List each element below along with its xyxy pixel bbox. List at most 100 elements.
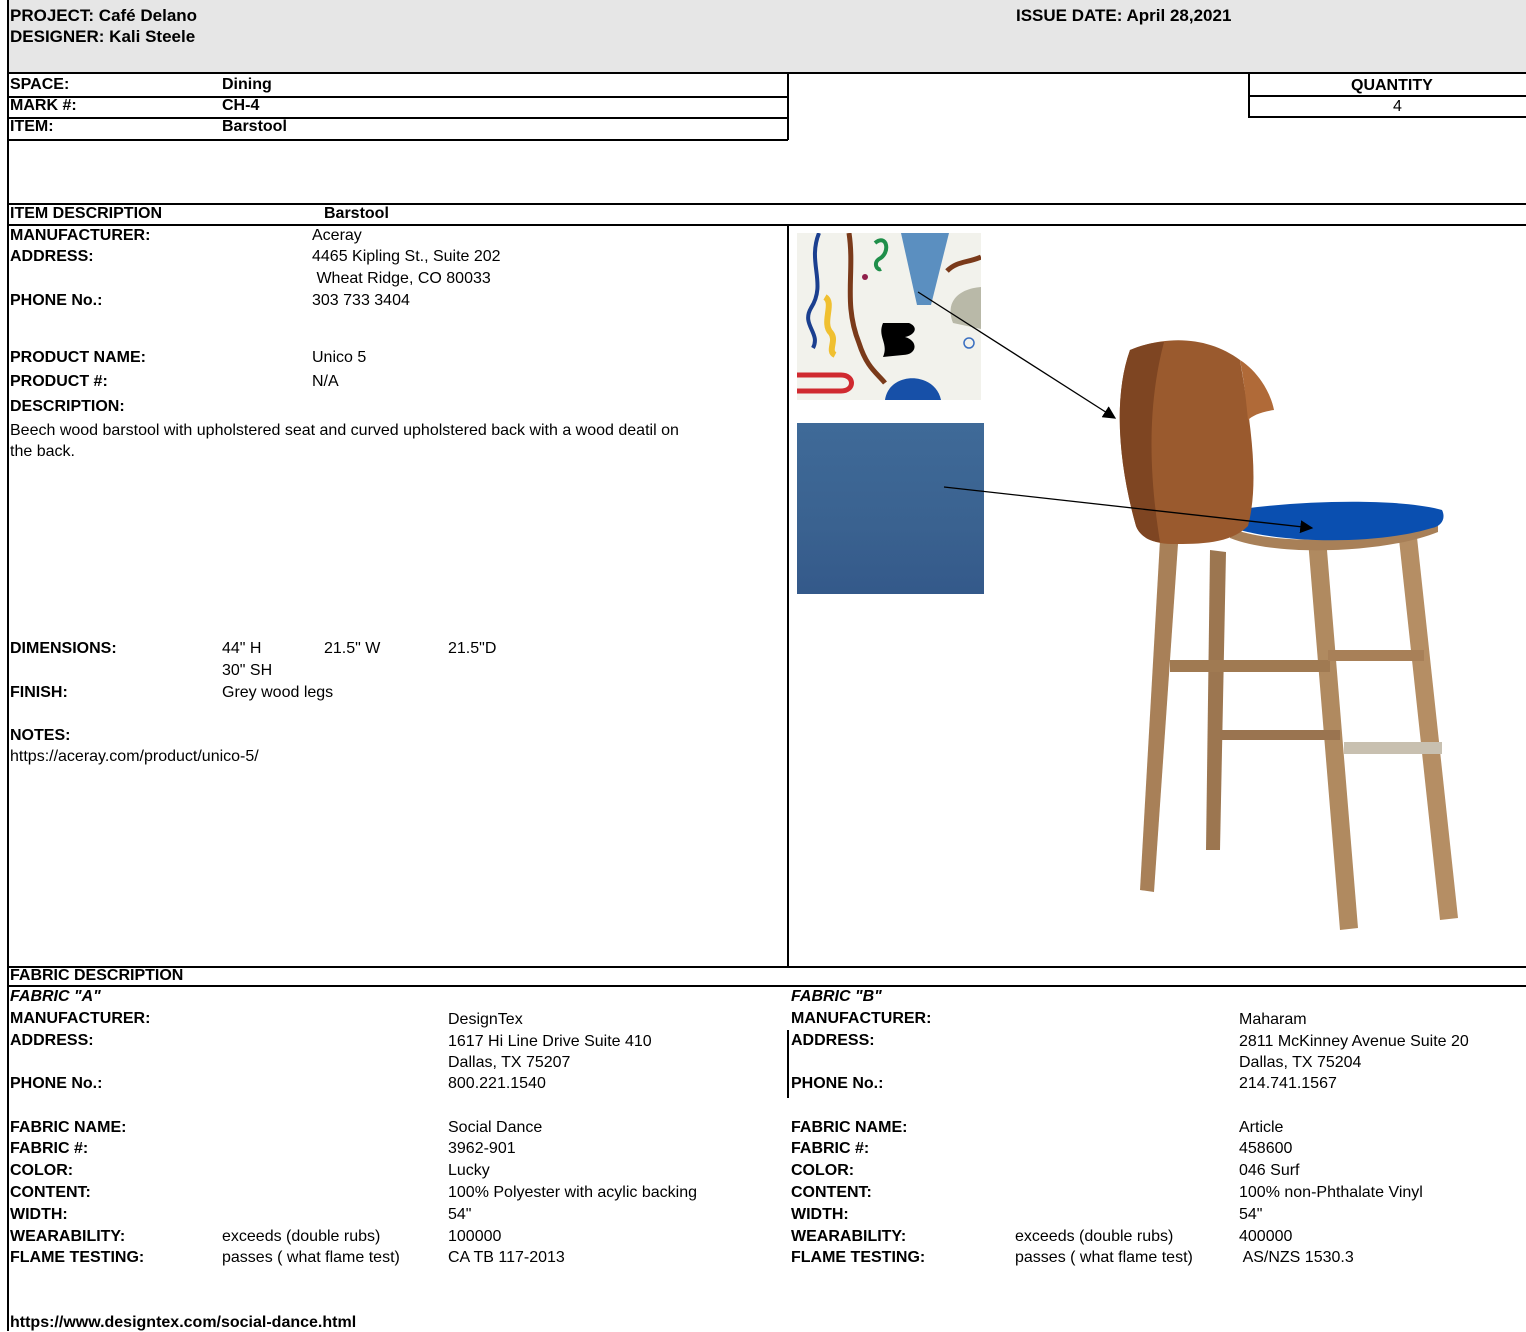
dimension-width: 21.5" W <box>324 640 381 657</box>
fabric-b-content-label: CONTENT: <box>791 1184 872 1201</box>
finish-label: FINISH: <box>10 684 68 701</box>
fabric-a-address-line1: 1617 Hi Line Drive Suite 410 <box>448 1033 652 1050</box>
phone-label: PHONE No.: <box>10 292 103 309</box>
fabric-description-bottom <box>7 985 1526 987</box>
product-name-value: Unico 5 <box>312 349 367 366</box>
fabric-b-number-label: FABRIC #: <box>791 1140 870 1157</box>
fabric-b-color-label: COLOR: <box>791 1162 855 1179</box>
address-line1: 4465 Kipling St., Suite 202 <box>312 248 501 265</box>
designer-name: DESIGNER: Kali Steele <box>10 27 196 46</box>
phone-value: 303 733 3404 <box>312 292 410 309</box>
fabric-b-flame-test: AS/NZS 1530.3 <box>1239 1249 1354 1266</box>
fabric-b-name-label: FABRIC NAME: <box>791 1119 908 1136</box>
left-border <box>7 0 9 1331</box>
fabric-b-flame-label: FLAME TESTING: <box>791 1249 926 1266</box>
fabric-a-number: 3962-901 <box>448 1140 516 1157</box>
fabric-a-manufacturer-label: MANUFACTURER: <box>10 1010 151 1027</box>
space-label: SPACE: <box>10 76 70 93</box>
mark-row-line <box>7 117 788 119</box>
fabric-a-swatch <box>797 233 981 400</box>
fabric-b-manufacturer: Maharam <box>1239 1011 1307 1028</box>
fabric-b-color: 046 Surf <box>1239 1162 1300 1179</box>
fabric-a-title: FABRIC "A" <box>10 988 101 1005</box>
product-name-label: PRODUCT NAME: <box>10 349 146 366</box>
address-label: ADDRESS: <box>10 248 94 265</box>
product-number-value: N/A <box>312 373 339 390</box>
header-band <box>8 0 1526 72</box>
fabric-a-content-label: CONTENT: <box>10 1184 91 1201</box>
fabric-a-phone-label: PHONE No.: <box>10 1075 103 1092</box>
fabric-b-swatch <box>797 423 984 594</box>
item-description-value: Barstool <box>324 205 389 222</box>
notes-label: NOTES: <box>10 727 71 744</box>
fabric-a-flame-test: CA TB 117-2013 <box>448 1249 565 1266</box>
fabric-b-width: 54" <box>1239 1206 1263 1223</box>
product-number-label: PRODUCT #: <box>10 373 108 390</box>
description-line2: the back. <box>10 443 75 460</box>
issue-date: ISSUE DATE: April 28,2021 <box>1016 6 1232 25</box>
fabric-b-manufacturer-label: MANUFACTURER: <box>791 1010 932 1027</box>
fabric-b-flame-note: passes ( what flame test) <box>1015 1249 1193 1266</box>
fabric-a-number-label: FABRIC #: <box>10 1140 89 1157</box>
fabric-a-phone: 800.221.1540 <box>448 1075 546 1092</box>
description-label: DESCRIPTION: <box>10 398 125 415</box>
finish-value: Grey wood legs <box>222 684 334 701</box>
mark-value: CH-4 <box>222 97 260 114</box>
item-row-line <box>7 139 788 141</box>
fabric-b-name: Article <box>1239 1119 1284 1136</box>
item-description-top <box>7 203 1526 205</box>
item-description-heading: ITEM DESCRIPTION <box>10 205 163 222</box>
fabric-a-name-label: FABRIC NAME: <box>10 1119 127 1136</box>
fabric-a-pattern <box>797 233 981 400</box>
project-title: PROJECT: Café Delano <box>10 6 198 25</box>
fabric-b-address-line2: Dallas, TX 75204 <box>1239 1054 1362 1071</box>
barstool-photo <box>1060 330 1480 940</box>
fabric-a-url[interactable]: https://www.designtex.com/social-dance.h… <box>10 1314 356 1332</box>
header-divider <box>7 72 1526 74</box>
fabric-a-color-label: COLOR: <box>10 1162 74 1179</box>
quantity-divider <box>1248 95 1526 97</box>
item-description-bottom <box>7 224 1526 226</box>
dimension-depth: 21.5"D <box>448 640 497 657</box>
fabric-description-heading: FABRIC DESCRIPTION <box>10 967 184 984</box>
fabric-b-address-border <box>787 1030 789 1098</box>
space-value: Dining <box>222 76 272 93</box>
description-line1: Beech wood barstool with upholstered sea… <box>10 422 679 439</box>
fabric-b-content: 100% non-Phthalate Vinyl <box>1239 1184 1423 1201</box>
manufacturer-label: MANUFACTURER: <box>10 227 151 244</box>
notes-url[interactable]: https://aceray.com/product/unico-5/ <box>10 748 259 766</box>
fabric-b-wearability-note: exceeds (double rubs) <box>1015 1228 1174 1245</box>
fabric-a-address-line2: Dallas, TX 75207 <box>448 1054 571 1071</box>
fabric-a-flame-note: passes ( what flame test) <box>222 1249 400 1266</box>
quantity-value: 4 <box>1393 98 1402 115</box>
fabric-b-wearability: 400000 <box>1239 1228 1293 1245</box>
fabric-a-content: 100% Polyester with acylic backing <box>448 1184 698 1201</box>
quantity-bottom <box>1248 116 1526 118</box>
fabric-b-address-label: ADDRESS: <box>791 1032 875 1049</box>
fabric-b-number: 458600 <box>1239 1140 1293 1157</box>
fabric-a-wearability: 100000 <box>448 1228 502 1245</box>
image-column-border <box>787 224 789 966</box>
manufacturer-value: Aceray <box>312 227 362 244</box>
fabric-b-wearability-label: WEARABILITY: <box>791 1228 907 1245</box>
fabric-b-address-line1: 2811 McKinney Avenue Suite 20 <box>1239 1033 1469 1050</box>
barstool-illustration <box>1119 340 1458 930</box>
fabric-a-address-label: ADDRESS: <box>10 1032 94 1049</box>
fabric-a-color: Lucky <box>448 1162 490 1179</box>
fabric-a-wearability-label: WEARABILITY: <box>10 1228 126 1245</box>
fabric-a-width: 54" <box>448 1206 472 1223</box>
item-box-right-border <box>787 72 789 140</box>
fabric-description-top <box>7 966 1526 968</box>
space-row-line <box>7 96 788 98</box>
item-value: Barstool <box>222 118 287 135</box>
fabric-b-phone: 214.741.1567 <box>1239 1075 1337 1092</box>
mark-label: MARK #: <box>10 97 77 114</box>
dimension-height: 44" H <box>222 640 262 657</box>
fabric-b-title: FABRIC "B" <box>791 988 882 1005</box>
dimensions-label: DIMENSIONS: <box>10 640 117 657</box>
fabric-a-width-label: WIDTH: <box>10 1206 68 1223</box>
fabric-b-width-label: WIDTH: <box>791 1206 849 1223</box>
fabric-b-phone-label: PHONE No.: <box>791 1075 884 1092</box>
address-line2: Wheat Ridge, CO 80033 <box>312 270 491 287</box>
item-label: ITEM: <box>10 118 54 135</box>
